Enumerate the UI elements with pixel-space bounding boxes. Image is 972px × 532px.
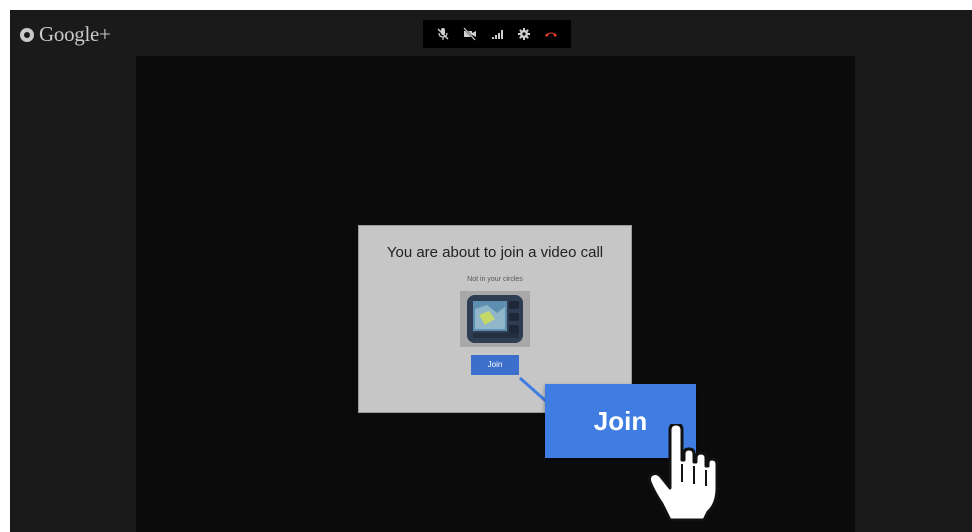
- logo-text: Google+: [39, 22, 111, 46]
- dialog-subtitle: Not in your circles: [467, 276, 523, 283]
- caller-avatar: [467, 295, 523, 343]
- google-plus-logo[interactable]: Google+: [20, 22, 111, 47]
- caller-avatar-frame: [460, 291, 530, 347]
- join-button[interactable]: Join: [471, 355, 519, 375]
- hand-pointer-icon: [648, 424, 719, 522]
- gear-icon[interactable]: [514, 24, 534, 44]
- camera-off-icon[interactable]: [460, 24, 480, 44]
- signal-bars-icon[interactable]: [487, 24, 507, 44]
- video-stage: You are about to join a video call Not i…: [136, 56, 855, 532]
- hangout-window: Google+ You are about to join a video ca…: [10, 10, 972, 532]
- hang-up-icon[interactable]: [541, 24, 561, 44]
- mute-mic-icon[interactable]: [433, 24, 453, 44]
- google-plus-icon: [20, 27, 34, 42]
- dialog-title: You are about to join a video call: [386, 244, 604, 261]
- call-toolbar: [423, 20, 571, 48]
